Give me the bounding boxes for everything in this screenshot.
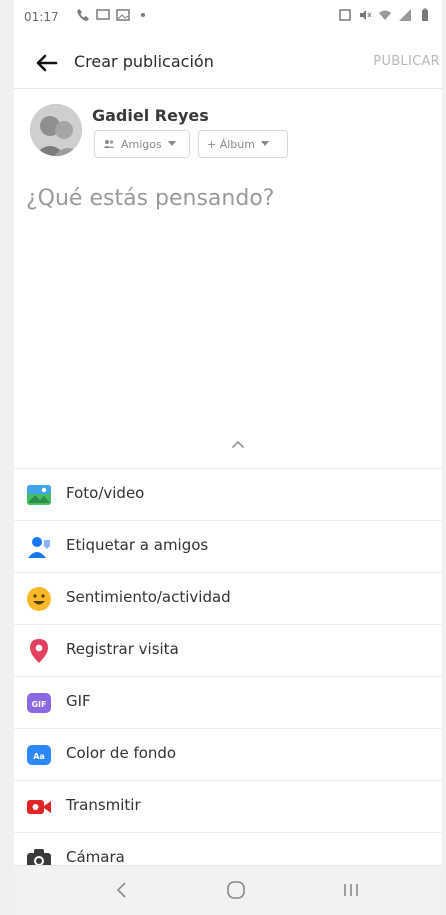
status-bar: 01:17 <box>14 0 442 36</box>
nfc-icon <box>339 9 351 21</box>
option-photo-video[interactable]: Foto/video <box>14 468 442 520</box>
feeling-icon <box>27 587 51 611</box>
chevron-down-icon <box>260 141 269 146</box>
option-label: Sentimiento/actividad <box>66 588 231 606</box>
avatar[interactable] <box>30 104 82 156</box>
chevron-down-icon <box>167 141 176 146</box>
battery-icon <box>422 8 428 21</box>
photo-video-icon <box>27 485 51 505</box>
phone-icon <box>77 9 89 21</box>
cast-icon <box>96 9 110 20</box>
create-post-screen: 01:17 Crear publicación PUBLICAR Gadiel … <box>14 0 442 915</box>
system-navigation-bar <box>14 865 442 915</box>
svg-text:Aa: Aa <box>33 752 45 761</box>
option-background-color[interactable]: Aa Color de fondo <box>14 728 442 780</box>
status-icons-right <box>338 8 432 22</box>
option-label: Etiquetar a amigos <box>66 536 209 554</box>
audience-label: Amigos <box>121 137 162 151</box>
option-label: Registrar visita <box>66 640 179 658</box>
album-selector[interactable]: + Álbum <box>198 130 288 158</box>
top-bar: Crear publicación PUBLICAR <box>14 40 442 86</box>
divider <box>14 88 442 89</box>
screen-edge-left <box>0 0 14 915</box>
option-check-in[interactable]: Registrar visita <box>14 624 442 676</box>
tag-friends-icon <box>28 537 50 558</box>
dot-icon <box>141 13 145 17</box>
status-time: 01:17 <box>24 10 59 24</box>
nav-back-icon[interactable] <box>112 880 132 900</box>
post-text-input[interactable]: ¿Qué estás pensando? <box>26 186 274 211</box>
option-label: Foto/video <box>66 484 145 502</box>
nav-home-icon[interactable] <box>224 878 248 902</box>
live-video-icon <box>27 800 51 814</box>
wifi-icon <box>379 10 391 20</box>
chevron-up-icon[interactable] <box>228 436 248 452</box>
page-title: Crear publicación <box>74 52 214 71</box>
option-label: Color de fondo <box>66 744 177 762</box>
mute-icon <box>360 10 372 20</box>
option-gif[interactable]: GIF GIF <box>14 676 442 728</box>
image-notification-icon <box>116 9 130 21</box>
back-arrow-icon[interactable] <box>34 50 60 76</box>
option-label: GIF <box>66 692 91 710</box>
check-in-icon <box>30 639 48 663</box>
audience-selector[interactable]: Amigos <box>94 130 190 158</box>
screen-edge-right <box>442 0 446 915</box>
friends-icon <box>103 140 115 148</box>
option-feeling-activity[interactable]: Sentimiento/actividad <box>14 572 442 624</box>
author-name: Gadiel Reyes <box>92 106 209 125</box>
signal-icon <box>399 9 411 21</box>
publish-button[interactable]: PUBLICAR <box>373 54 440 69</box>
avatar-photo <box>30 104 82 156</box>
option-label: Cámara <box>66 848 125 866</box>
option-live-video[interactable]: Transmitir <box>14 780 442 832</box>
svg-text:GIF: GIF <box>31 700 46 709</box>
status-icons-left <box>76 8 150 22</box>
nav-recents-icon[interactable] <box>340 880 362 900</box>
background-color-icon: Aa <box>27 745 51 765</box>
gif-icon: GIF <box>27 693 51 713</box>
option-label: Transmitir <box>66 796 141 814</box>
album-label: + Álbum <box>207 137 255 151</box>
option-tag-friends[interactable]: Etiquetar a amigos <box>14 520 442 572</box>
